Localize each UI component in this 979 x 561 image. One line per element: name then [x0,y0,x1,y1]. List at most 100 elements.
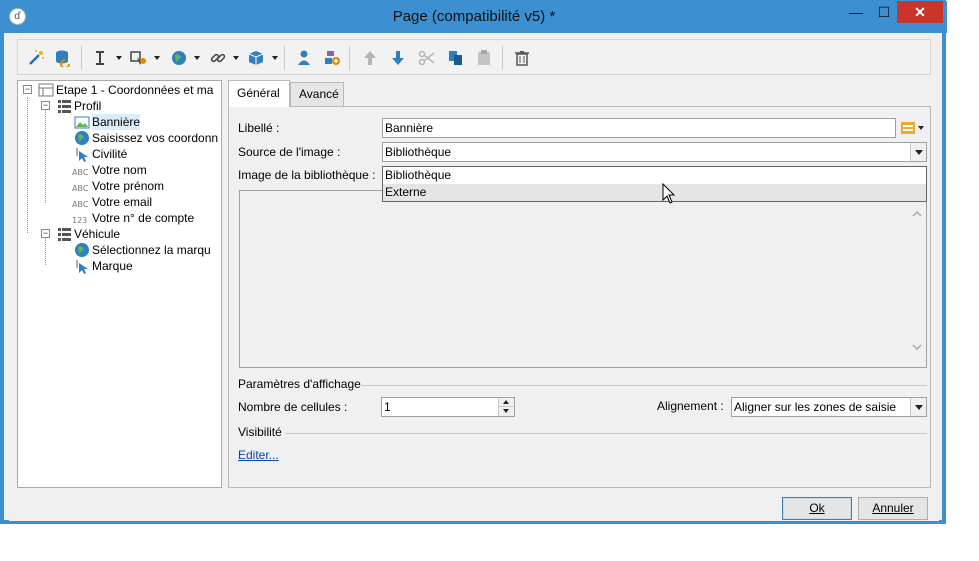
tree-item-label: Profil [74,99,102,113]
toolbar-separator [284,46,285,70]
abc-text-icon: ABC [72,194,90,210]
title-bar[interactable]: ď Page (compatibilité v5) * — ☐ ✕ [1,1,947,33]
text-cursor-icon[interactable] [90,48,110,68]
list-icon [56,226,72,242]
globe-icon[interactable] [169,48,189,68]
stepper-down-icon[interactable] [499,407,514,416]
tree-item-label: Véhicule [74,227,121,241]
list-icon [56,98,72,114]
alignment-label: Alignement : [657,399,724,413]
chevron-down-icon[interactable] [154,56,160,60]
minimize-button[interactable]: — [841,1,871,23]
add-component-icon[interactable] [322,48,342,68]
image-icon [74,114,90,130]
chevron-down-icon[interactable] [910,143,926,161]
display-params-heading: Paramètres d'affichage [238,377,361,391]
cancel-label: Annuler [872,501,914,515]
stepper-buttons[interactable] [498,398,514,416]
ok-label: Ok [809,501,825,515]
library-image-label: Image de la bibliothèque : [238,168,376,182]
tree-collapse-toggle[interactable]: − [41,229,50,238]
chevron-down-icon[interactable] [918,126,924,130]
scroll-up-icon[interactable] [912,208,922,218]
select-cursor-icon [74,258,90,274]
tree-collapse-toggle[interactable]: − [23,85,32,94]
alignment-select[interactable]: Aligner sur les zones de saisie [731,397,927,417]
chevron-down-icon[interactable] [233,56,239,60]
database-refresh-icon[interactable] [53,48,73,68]
source-label: Source de l'image : [238,145,341,159]
toolbar-separator [502,46,503,70]
tree-item-label: Civilité [92,147,128,161]
abc-text-icon: ABC [72,178,90,194]
paste-icon[interactable] [474,48,494,68]
arrow-down-icon[interactable] [388,48,408,68]
cancel-button[interactable]: Annuler [858,497,928,520]
tree-connector [45,107,46,203]
toolbar-separator [349,46,350,70]
tree-item-label: Votre email [92,195,153,209]
section-divider [286,433,927,434]
chevron-down-icon[interactable] [910,398,926,416]
tab-general-pane: Libellé : Bannière Source de l'image : B… [228,106,931,488]
number-icon: 123 [72,210,90,226]
link-icon[interactable] [208,48,228,68]
text-editor-icon[interactable] [900,120,916,136]
chevron-down-icon[interactable] [272,56,278,60]
abc-text-icon: ABC [72,162,90,178]
tab-general[interactable]: Général [228,80,290,107]
tab-avance[interactable]: Avancé [290,82,344,106]
tree-item-label: Marque [92,259,133,273]
cells-stepper-value: 1 [384,400,391,414]
tree-connector [27,97,28,233]
tree-item-label: Saisissez vos coordonn [92,131,219,145]
mouse-pointer-icon [662,182,676,205]
toolbar-separator [81,46,82,70]
visibility-heading: Visibilité [238,425,282,439]
source-select-value: Bibliothèque [385,145,452,159]
page-tree[interactable]: − Etape 1 - Coordonnées et ma − Profil B… [17,80,222,488]
source-select[interactable]: Bibliothèque [382,142,927,162]
close-button[interactable]: ✕ [897,1,943,23]
dialog-client: − Etape 1 - Coordonnées et ma − Profil B… [9,33,939,521]
magic-wand-icon[interactable] [26,48,46,68]
dialog-window: ď Page (compatibilité v5) * — ☐ ✕ − Etap… [0,0,947,524]
scissors-icon[interactable] [417,48,437,68]
source-option-bibliotheque[interactable]: Bibliothèque [383,167,926,184]
section-divider [361,385,927,386]
library-image-list[interactable] [239,190,927,368]
user-icon[interactable] [294,48,314,68]
cells-label: Nombre de cellules : [238,400,348,414]
tree-connector [45,235,46,265]
chevron-down-icon[interactable] [194,56,200,60]
box-icon[interactable] [246,48,266,68]
scroll-down-icon[interactable] [912,341,922,351]
page-icon [38,82,54,98]
source-option-externe[interactable]: Externe [383,184,926,201]
edit-visibility-link[interactable]: Editer... [238,448,279,462]
stepper-up-icon[interactable] [499,398,514,407]
properties-panel: Général Avancé Libellé : Bannière Source… [228,80,931,488]
ok-button[interactable]: Ok [782,497,852,520]
form-input-icon[interactable] [128,48,148,68]
tree-item-label: Bannière [92,114,141,130]
tree-item-label: Votre n° de compte [92,211,195,225]
libelle-input[interactable]: Bannière [382,118,896,138]
copy-icon[interactable] [446,48,466,68]
globe-icon [74,242,90,258]
tree-collapse-toggle[interactable]: − [41,101,50,110]
maximize-button[interactable]: ☐ [869,1,899,23]
tree-item-label: Sélectionnez la marqu [92,243,211,257]
globe-icon [74,130,90,146]
source-dropdown-list[interactable]: Bibliothèque Externe [382,166,927,202]
libelle-label: Libellé : [238,121,280,135]
toolbar [17,39,931,75]
arrow-up-icon[interactable] [360,48,380,68]
select-cursor-icon [74,146,90,162]
tree-item-label: Votre prénom [92,179,165,193]
chevron-down-icon[interactable] [116,56,122,60]
cells-stepper[interactable]: 1 [381,397,515,417]
delete-icon[interactable] [512,48,532,68]
alignment-select-value: Aligner sur les zones de saisie [734,400,897,414]
window-title: Page (compatibilité v5) * [392,8,556,25]
